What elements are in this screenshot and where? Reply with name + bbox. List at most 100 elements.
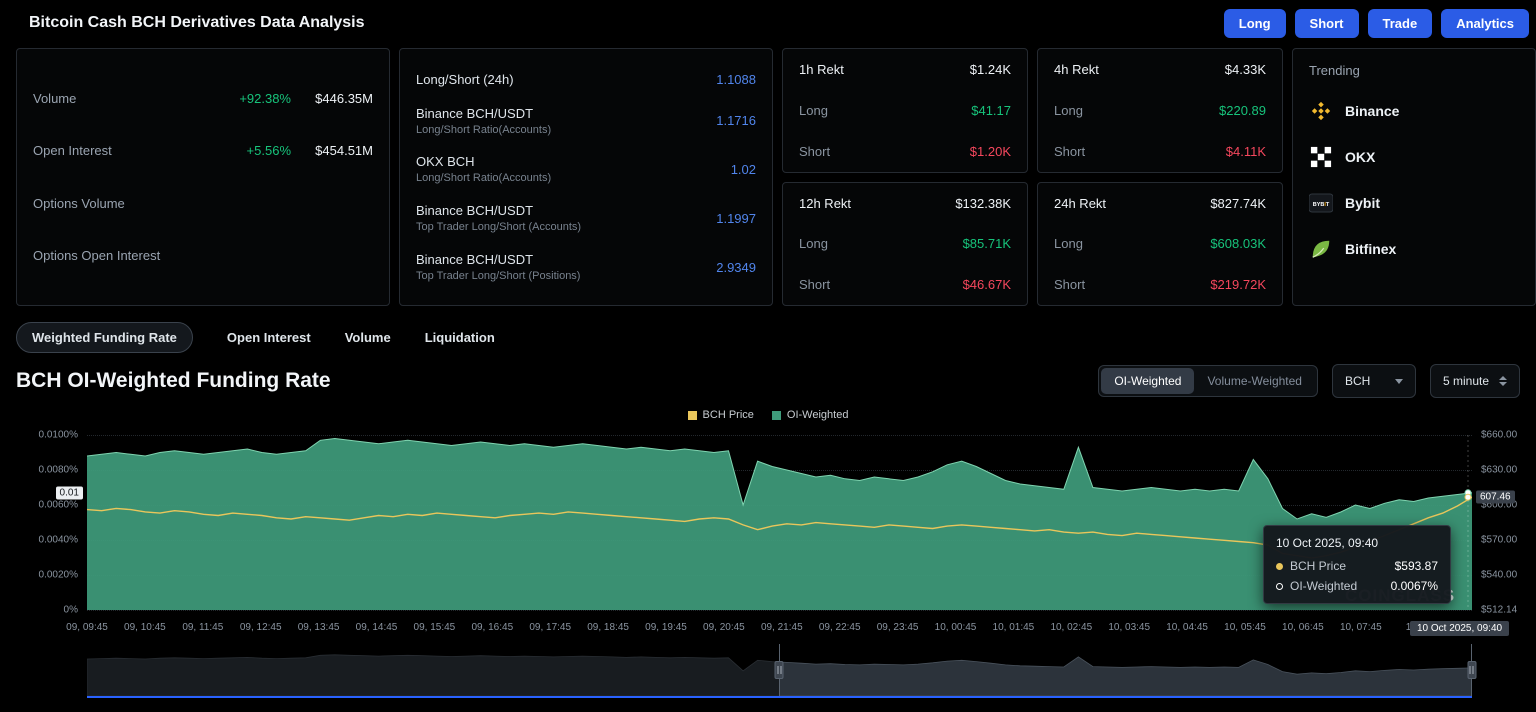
rekt-long-row: Long $220.89 <box>1054 103 1266 118</box>
y-axis-tick-right: $570.00 <box>1481 535 1517 546</box>
trending-item-okx[interactable]: OKX <box>1309 134 1519 180</box>
y-axis-tick-left: 0.0100% <box>39 430 78 441</box>
x-axis-tick: 10, 06:45 <box>1282 622 1324 633</box>
analytics-button[interactable]: Analytics <box>1441 9 1529 38</box>
rekt-long-row: Long$608.03K <box>1054 236 1266 251</box>
bitfinex-icon <box>1309 237 1333 261</box>
drag-grip-icon <box>1467 661 1476 679</box>
trending-item-label: Bybit <box>1345 195 1380 211</box>
rekt-card: 12h Rekt$132.38KLong$85.71KShort$46.67K <box>782 182 1028 307</box>
tooltip-series-row: BCH Price$593.87 <box>1276 559 1438 573</box>
trending-list: Binance OKXBYBITBybitBitfinex <box>1309 88 1519 272</box>
stat-label: Options Volume <box>33 196 125 211</box>
rekt-long-value: $220.89 <box>1219 103 1266 118</box>
binance-icon <box>1309 99 1333 123</box>
ratio-sublabel: Long/Short Ratio(Accounts) <box>416 172 551 184</box>
x-axis-tick: 10, 04:45 <box>1166 622 1208 633</box>
rekt-title-label: 1h Rekt <box>799 62 844 77</box>
rekt-total-value: $132.38K <box>955 196 1011 211</box>
chart-tooltip: 10 Oct 2025, 09:40BCH Price$593.87OI-Wei… <box>1263 525 1451 604</box>
rekt-long-value: $85.71K <box>963 236 1011 251</box>
rekt-card-title: 24h Rekt$827.74K <box>1054 196 1266 211</box>
rekt-title-label: 4h Rekt <box>1054 62 1099 77</box>
x-axis-tick: 09, 15:45 <box>414 622 456 633</box>
y-axis-tick-right: $660.00 <box>1481 430 1517 441</box>
short-button[interactable]: Short <box>1295 9 1359 38</box>
okx-icon <box>1309 145 1333 169</box>
stat-value: $446.35M <box>307 91 373 106</box>
rekt-card-title: 4h Rekt$4.33K <box>1054 62 1266 77</box>
toggle-oi-weighted[interactable]: OI-Weighted <box>1101 368 1194 394</box>
ratio-value: 1.1997 <box>716 211 756 226</box>
navigator-left-handle[interactable] <box>779 644 780 696</box>
rekt-short-label: Short <box>799 144 830 159</box>
tooltip-series-dot <box>1276 583 1283 590</box>
toggle-volume-weighted[interactable]: Volume-Weighted <box>1194 368 1315 394</box>
crosshair-time-badge: 10 Oct 2025, 09:40 <box>1410 621 1509 636</box>
x-axis-tick: 10, 03:45 <box>1108 622 1150 633</box>
rekt-short-value: $219.72K <box>1210 277 1266 292</box>
interval-select[interactable]: 5 minute <box>1430 364 1520 398</box>
trending-item-label: Binance <box>1345 103 1399 119</box>
stat-label: Options Open Interest <box>33 248 160 263</box>
tab-liquidation[interactable]: Liquidation <box>425 323 495 352</box>
trending-item-bybit[interactable]: BYBITBybit <box>1309 180 1519 226</box>
trending-item-binance[interactable]: Binance <box>1309 88 1519 134</box>
trending-item-bitfinex[interactable]: Bitfinex <box>1309 226 1519 272</box>
chevron-down-icon <box>1395 379 1403 384</box>
interval-select-value: 5 minute <box>1443 374 1489 388</box>
rekt-title-label: 12h Rekt <box>799 196 851 211</box>
rekt-short-row: Short$219.72K <box>1054 277 1266 292</box>
rekt-card: 1h Rekt $1.24K Long$41.17 Short$1.20K <box>782 48 1028 173</box>
rekt-long-row: Long $85.71K <box>799 236 1011 251</box>
x-axis-tick: 09, 09:45 <box>66 622 108 633</box>
rekt-short-value: $4.11K <box>1226 144 1266 159</box>
x-axis-tick: 09, 16:45 <box>471 622 513 633</box>
x-axis-tick: 10, 02:45 <box>1050 622 1092 633</box>
volume-stats-card: Volume+92.38%$446.35MOpen Interest+5.56%… <box>16 48 390 306</box>
ratio-label: Long/Short (24h) <box>416 72 514 87</box>
tab-weighted-funding-rate[interactable]: Weighted Funding Rate <box>16 322 193 353</box>
chart-legend: BCH Price OI-Weighted <box>0 404 1536 426</box>
y-axis-tick-left: 0.0020% <box>39 570 78 581</box>
ratio-value: 1.02 <box>731 162 756 177</box>
x-axis-tick: 09, 20:45 <box>703 622 745 633</box>
tooltip-series-dot <box>1276 563 1283 570</box>
stat-change: +92.38% <box>233 91 291 106</box>
rekt-short-label: Short <box>1054 144 1085 159</box>
section-title: BCH OI-Weighted Funding Rate <box>16 369 331 393</box>
tab-volume[interactable]: Volume <box>345 323 391 352</box>
rekt-long-label: Long <box>799 103 828 118</box>
chart-plot-area[interactable]: 0.0100%$660.000.0080%$630.000.0060%$600.… <box>87 428 1472 618</box>
rekt-short-row: Short$1.20K <box>799 144 1011 159</box>
ratio-row: Long/Short (24h)1.1088 <box>416 72 756 87</box>
legend-swatch <box>772 411 781 420</box>
navigator-track-bar <box>87 696 1472 698</box>
trade-button[interactable]: Trade <box>1368 9 1433 38</box>
ratio-value: 2.9349 <box>716 260 756 275</box>
ratio-label: Binance BCH/USDT <box>416 252 580 267</box>
rekt-total-value: $1.24K <box>970 62 1011 77</box>
ratio-sublabel: Top Trader Long/Short (Positions) <box>416 270 580 282</box>
ratio-value: 1.1716 <box>716 113 756 128</box>
x-axis-labels: 09, 09:4509, 10:4509, 11:4509, 12:4509, … <box>87 622 1472 638</box>
x-axis-tick: 09, 14:45 <box>356 622 398 633</box>
rekt-long-label: Long <box>799 236 828 251</box>
rekt-long-row: Long$41.17 <box>799 103 1011 118</box>
legend-item-bch-price[interactable]: BCH Price <box>688 409 754 421</box>
stat-values: +92.38% $446.35M <box>233 91 373 106</box>
trending-card: Trending BinanceOKXBYBITBybitBitfinex <box>1292 48 1536 306</box>
rekt-long-label: Long <box>1054 103 1083 118</box>
x-axis-tick: 10, 07:45 <box>1340 622 1382 633</box>
long-button[interactable]: Long <box>1224 9 1286 38</box>
symbol-select[interactable]: BCH <box>1332 364 1416 398</box>
tab-open-interest[interactable]: Open Interest <box>227 323 311 352</box>
stat-values: +5.56%$454.51M <box>233 143 373 158</box>
x-axis-tick: 09, 13:45 <box>298 622 340 633</box>
tooltip-series-value: $593.87 <box>1395 559 1438 573</box>
navigator-right-handle[interactable] <box>1471 644 1472 696</box>
legend-item-oi-weighted[interactable]: OI-Weighted <box>772 409 849 421</box>
chart-range-navigator[interactable] <box>87 644 1472 698</box>
rekt-long-value: $608.03K <box>1210 236 1266 251</box>
y-axis-tick-right: $512.14 <box>1481 605 1517 616</box>
